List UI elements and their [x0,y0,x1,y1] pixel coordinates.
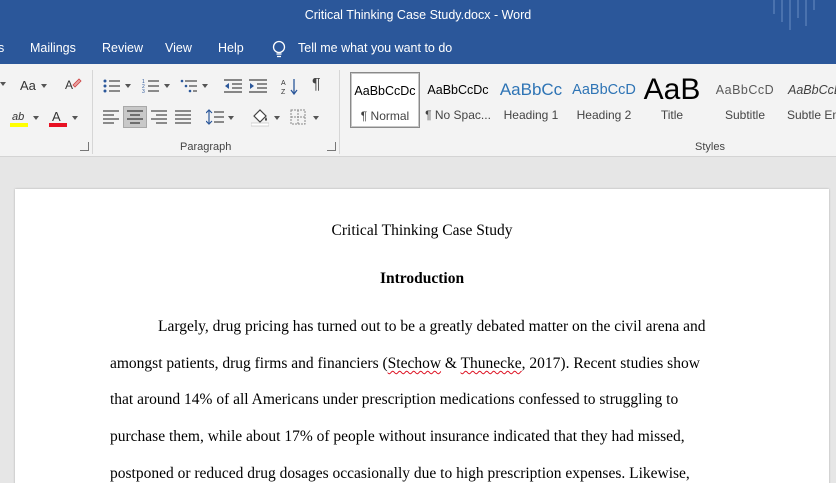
bullets-dropdown-icon[interactable] [125,84,131,88]
style-sample: AaBbCcDc [427,83,489,97]
tell-me-search[interactable]: Tell me what you want to do [298,41,452,55]
spelling-error[interactable]: Stechow [388,355,441,372]
font-color-dropdown-icon[interactable] [72,116,78,120]
multilevel-list-icon[interactable] [180,78,198,94]
style-name: Heading 1 [503,108,559,122]
text-run: & [441,355,461,372]
style-name: Subtitle [724,108,766,122]
paragraph-line: that around 14% of all Americans under p… [110,391,679,408]
window-title: Critical Thinking Case Study.docx - Word [304,8,532,22]
styles-group-label: Styles [695,141,725,153]
decorative-pattern-icon [773,0,815,30]
paragraph-line: purchase them, while about 17% of people… [110,428,685,445]
shading-dropdown-icon[interactable] [274,116,280,120]
change-case-button[interactable]: Aa [20,78,36,93]
style-name: Title [660,108,684,122]
svg-text:A: A [65,78,73,92]
align-left-icon[interactable] [103,110,119,124]
style-name: ¶ Normal [360,109,410,123]
document-title: Critical Thinking Case Study [331,222,513,239]
svg-text:A: A [281,80,286,87]
styles-gallery: AaBbCcDc ¶ Normal AaBbCcDc ¶ No Spac... … [344,70,836,132]
borders-dropdown-icon[interactable] [313,116,319,120]
style-name: ¶ No Spac... [425,108,491,122]
tab-help[interactable]: Help [218,41,244,55]
tab-references[interactable]: s [0,41,4,55]
tab-view[interactable]: View [165,41,192,55]
decrease-indent-icon[interactable] [224,78,242,94]
style-sample: AaBbCcL [788,83,836,97]
justify-icon[interactable] [175,110,191,124]
document-area: Critical Thinking Case Study Introductio… [0,157,836,483]
paragraph-line: postponed or reduced drug dosages occasi… [110,465,690,482]
text-highlight-icon[interactable]: ab [10,108,28,128]
multilevel-dropdown-icon[interactable] [202,84,208,88]
increase-indent-icon[interactable] [249,78,267,94]
document-heading: Introduction [379,270,465,287]
svg-text:A: A [52,109,61,124]
sort-icon[interactable]: AZ [281,77,299,95]
style-name: Subtle Em [787,108,836,122]
group-separator [339,70,340,154]
style-sample: AaB [643,73,701,106]
tab-review[interactable]: Review [102,41,143,55]
document-page[interactable]: Critical Thinking Case Study Introductio… [15,189,829,483]
align-center-icon [127,110,143,124]
show-formatting-marks-icon[interactable]: ¶ [312,76,321,94]
borders-icon[interactable] [290,109,306,125]
title-bar: Critical Thinking Case Study.docx - Word [0,0,836,33]
paragraph-dialog-launcher-icon[interactable] [327,142,336,151]
svg-text:3: 3 [142,89,145,94]
line-spacing-dropdown-icon[interactable] [228,116,234,120]
shading-icon[interactable] [251,107,269,127]
style-subtitle[interactable]: AaBbCcD Subtitle [710,72,780,128]
style-heading-2[interactable]: AaBbCcD Heading 2 [569,72,639,128]
ribbon-tabs: s Mailings Review View Help Tell me what… [0,33,836,64]
style-sample: AaBbCcD [715,83,775,97]
style-heading-1[interactable]: AaBbCc Heading 1 [496,72,566,128]
style-name: Heading 2 [576,108,632,122]
clear-formatting-icon[interactable]: A [64,76,82,94]
text-run: amongst patients, drug firms and financi… [110,355,388,372]
style-sample: AaBbCcD [572,82,636,98]
ribbon: Aa A ab A 123 AZ ¶ Paragraph AaBbCcDc ¶ … [0,64,836,157]
style-sample: AaBbCc [499,80,563,99]
group-separator [92,70,93,154]
numbering-dropdown-icon[interactable] [164,84,170,88]
svg-text:Z: Z [281,89,286,95]
font-size-dropdown-arrow-icon[interactable] [0,82,6,86]
svg-text:ab: ab [12,111,24,123]
text-run: , 2017). Recent studies show [521,355,700,372]
style-no-spacing[interactable]: AaBbCcDc ¶ No Spac... [423,72,493,128]
font-dialog-launcher-icon[interactable] [80,142,89,151]
numbering-icon[interactable]: 123 [142,78,160,94]
font-color-icon[interactable]: A [49,108,67,128]
change-case-dropdown-icon[interactable] [41,84,47,88]
style-normal[interactable]: AaBbCcDc ¶ Normal [350,72,420,128]
highlight-dropdown-icon[interactable] [33,116,39,120]
paragraph-group-label: Paragraph [180,141,232,153]
style-sample: AaBbCcDc [354,84,416,98]
align-right-icon[interactable] [151,110,167,124]
line-spacing-icon[interactable] [206,108,224,126]
paragraph-line: amongst patients, drug firms and financi… [110,355,700,373]
style-subtle-emphasis[interactable]: AaBbCcL Subtle Em [782,72,836,128]
bullets-icon[interactable] [103,78,121,94]
style-title[interactable]: AaB Title [637,72,707,128]
align-center-button[interactable] [123,106,147,128]
change-case-label: Aa [20,78,36,93]
lightbulb-icon [272,40,286,58]
spelling-error[interactable]: Thunecke [461,355,522,372]
tab-mailings[interactable]: Mailings [30,41,76,55]
paragraph-line: Largely, drug pricing has turned out to … [158,318,706,335]
